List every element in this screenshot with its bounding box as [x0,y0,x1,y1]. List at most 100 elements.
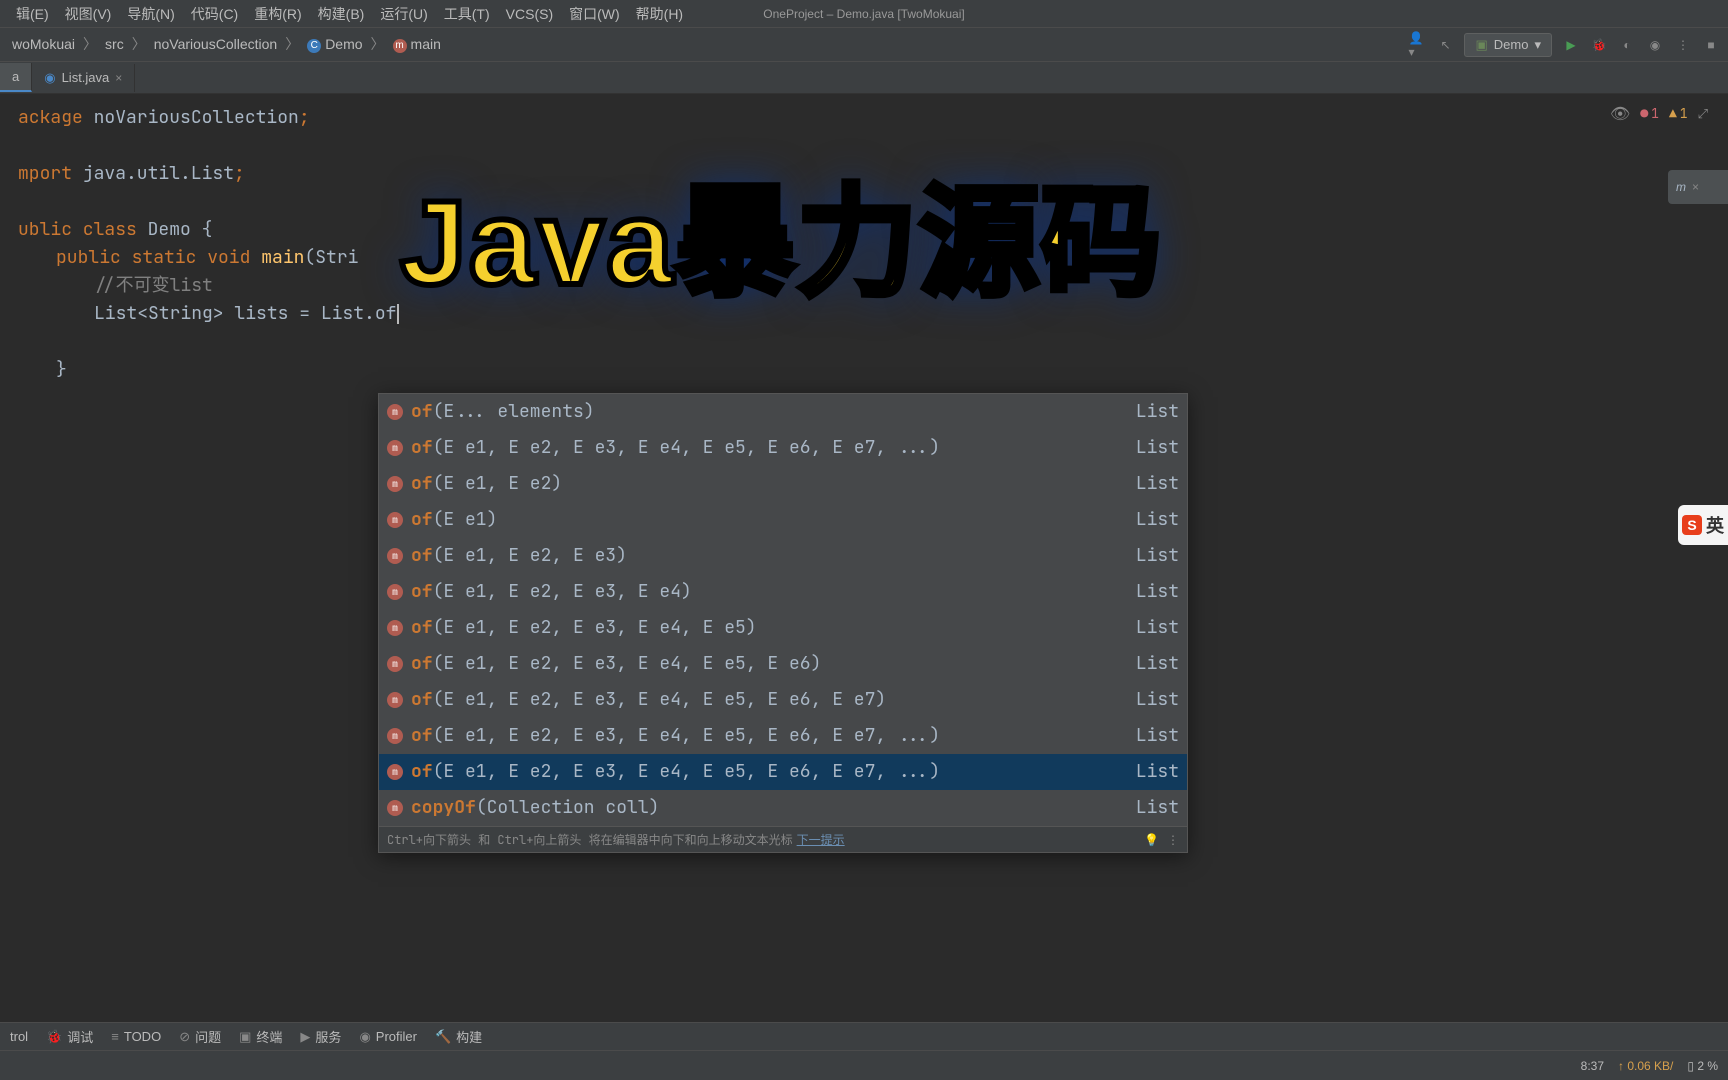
completion-name: of [411,648,433,680]
completion-params: (E e1, E e2, E e3, E e4, E e5, E e6, E e… [433,720,941,752]
completion-return-type: List [1136,576,1179,608]
right-tool-tab[interactable]: m × [1668,170,1728,204]
completion-name: of [411,720,433,752]
menu-help[interactable]: 帮助(H) [628,0,691,28]
menu-run[interactable]: 运行(U) [372,0,435,28]
nav-bar: woMokuai 〉 src 〉 noVariousCollection 〉 C… [0,28,1728,62]
completion-name: of [411,756,433,788]
completion-item[interactable]: m of (E e1, E e2, E e3, E e4, E e5, E e6… [379,430,1187,466]
tool-debug[interactable]: 🐞调试 [46,1027,93,1046]
completion-item[interactable]: m of (E e1, E e2, E e3, E e4, E e5, E e6… [379,646,1187,682]
menu-navigate[interactable]: 导航(N) [119,0,182,28]
bulb-icon[interactable]: 💡 [1144,832,1159,848]
crumb-module[interactable]: woMokuai [8,34,79,54]
completion-item[interactable]: m of (E e1, E e2, E e3, E e4, E e5, E e6… [379,754,1187,790]
completion-item[interactable]: m of (E e1, E e2, E e3, E e4, E e5) List [379,610,1187,646]
completion-item[interactable]: m of (E e1, E e2) List [379,466,1187,502]
more-menu-icon[interactable]: ⋮ [1167,832,1179,848]
tool-build[interactable]: 🔨构建 [435,1027,482,1046]
menu-edit[interactable]: 辑(E) [8,0,57,28]
tool-terminal[interactable]: ▣终端 [239,1027,282,1046]
status-bar: 8:37 ↑ 0.06 KB/ ▯ 2 % [0,1050,1728,1080]
close-icon[interactable]: × [1692,180,1699,194]
services-icon: ▶ [300,1029,310,1045]
menu-build[interactable]: 构建(B) [310,0,373,28]
run-config-icon: ▣ [1475,37,1487,53]
completion-item[interactable]: m of (E e1, E e2, E e3) List [379,538,1187,574]
more-actions-icon[interactable]: ⋮ [1674,36,1692,54]
completion-params: (E e1, E e2, E e3) [433,540,627,572]
menu-window[interactable]: 窗口(W) [561,0,628,28]
tool-version-control[interactable]: trol [10,1029,28,1044]
completion-item[interactable]: m copyOf (Collection coll) List [379,790,1187,826]
method-icon: m [387,584,403,600]
chevron-right-icon: 〉 [132,34,146,54]
crumb-src[interactable]: src [101,34,128,54]
menu-refactor[interactable]: 重构(R) [246,0,309,28]
network-status[interactable]: ↑ 0.06 KB/ [1618,1059,1673,1073]
memory-indicator[interactable]: ▯ 2 % [1687,1059,1718,1073]
debug-button[interactable]: 🐞 [1590,36,1608,54]
chevron-right-icon: 〉 [285,34,299,54]
completion-item[interactable]: m of (E e1, E e2, E e3, E e4) List [379,574,1187,610]
completion-return-type: List [1136,468,1179,500]
completion-params: (E e1, E e2) [433,468,563,500]
tab-demo[interactable]: a [0,63,32,92]
method-icon: m [387,728,403,744]
completion-params: (E e1) [433,504,498,536]
tab-list[interactable]: ◉ List.java × [32,64,135,92]
overlay-thumbnail-title: Java暴力源码 [400,145,1163,319]
profiler-icon: ◉ [359,1029,370,1045]
build-icon[interactable]: ↖ [1436,36,1454,54]
chevron-down-icon: ▾ [1534,37,1541,53]
cursor-position[interactable]: 8:37 [1581,1059,1604,1073]
error-count[interactable]: ● 1 [1640,100,1659,128]
warning-count[interactable]: ▲ 1 [1669,100,1688,128]
problems-icon: ⊘ [179,1029,190,1045]
tool-problems[interactable]: ⊘问题 [179,1027,221,1046]
window-title: OneProject – Demo.java [TwoMokuai] [763,7,964,21]
method-icon: m [387,512,403,528]
stop-button[interactable]: ■ [1702,36,1720,54]
tool-services[interactable]: ▶服务 [300,1027,341,1046]
inspection-eye-icon[interactable]: 👁 [1610,100,1630,128]
completion-item[interactable]: m of (E e1, E e2, E e3, E e4, E e5, E e6… [379,682,1187,718]
completion-item[interactable]: m of (E e1) List [379,502,1187,538]
run-config-dropdown[interactable]: ▣ Demo ▾ [1464,33,1552,57]
code-line: } [18,356,1710,384]
completion-params: (Collection coll) [476,792,660,824]
menu-code[interactable]: 代码(C) [183,0,246,28]
run-config-label: Demo [1494,37,1529,52]
profiler-button[interactable]: ◉ [1646,36,1664,54]
run-button[interactable]: ▶ [1562,36,1580,54]
maven-icon: m [1676,180,1686,194]
completion-item[interactable]: m of (E e1, E e2, E e3, E e4, E e5, E e6… [379,718,1187,754]
coverage-button[interactable]: ◐ [1618,36,1636,54]
menu-vcs[interactable]: VCS(S) [498,2,561,26]
user-icon[interactable]: 👤▾ [1408,36,1426,54]
next-hint-link[interactable]: 下一提示 [797,831,845,848]
completion-params: (E... elements) [433,396,595,428]
menu-view[interactable]: 视图(V) [57,0,120,28]
completion-name: of [411,684,433,716]
menu-tools[interactable]: 工具(T) [436,0,498,28]
tab-label: List.java [62,70,110,85]
completion-name: copyOf [411,792,476,824]
crumb-class[interactable]: CDemo [303,34,366,54]
tool-todo[interactable]: ≡TODO [111,1029,161,1044]
method-icon: m [387,800,403,816]
completion-return-type: List [1136,720,1179,752]
crumb-method[interactable]: mmain [389,34,445,54]
crumb-package[interactable]: noVariousCollection [150,34,281,54]
completion-name: of [411,576,433,608]
completion-params: (E e1, E e2, E e3, E e4, E e5, E e6, E e… [433,432,941,464]
input-method-indicator[interactable]: S 英 [1678,505,1728,545]
close-icon[interactable]: × [115,71,122,85]
breadcrumb: woMokuai 〉 src 〉 noVariousCollection 〉 C… [8,34,445,54]
expand-icon[interactable]: ⤢ [1698,100,1708,128]
completion-return-type: List [1136,612,1179,644]
completion-params: (E e1, E e2, E e3, E e4, E e5) [433,612,757,644]
completion-item[interactable]: m of (E... elements) List [379,394,1187,430]
tool-profiler[interactable]: ◉Profiler [359,1029,417,1045]
java-file-icon: ◉ [44,70,55,86]
